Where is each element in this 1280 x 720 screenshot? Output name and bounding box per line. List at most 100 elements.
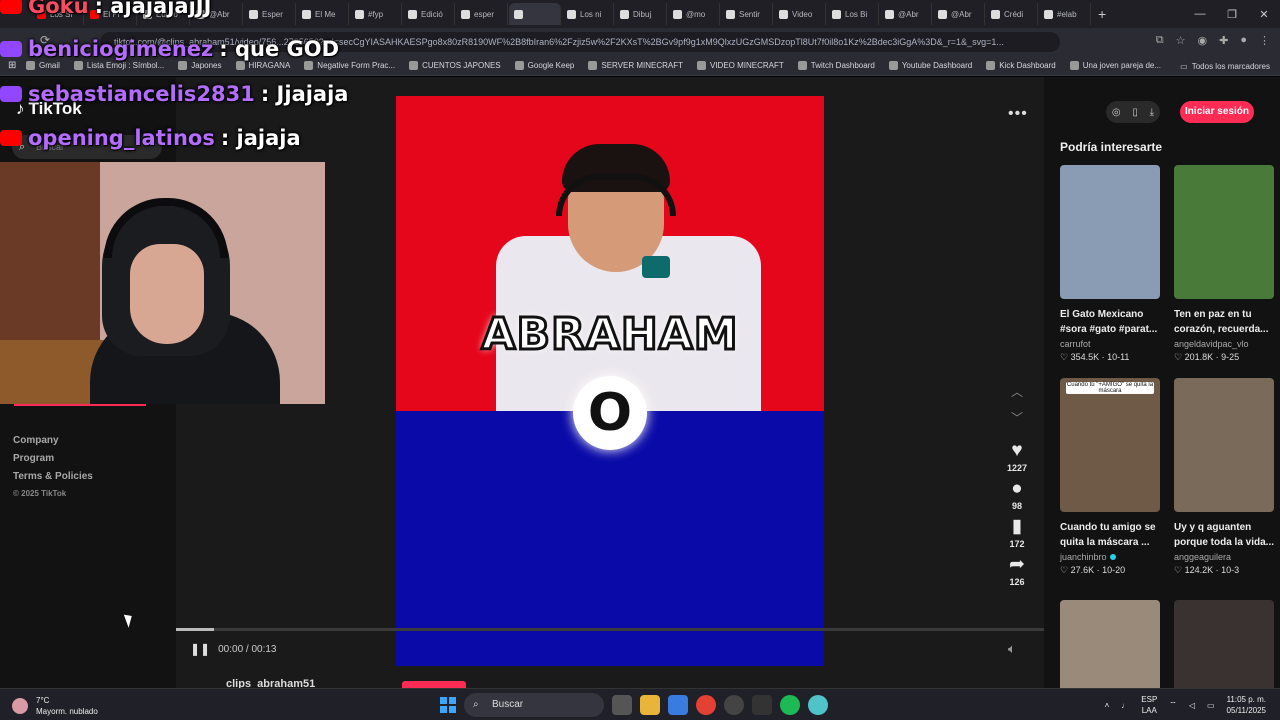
battery-icon[interactable]: ▭ <box>1207 701 1215 710</box>
browser-tab[interactable]: El Me <box>297 3 349 25</box>
taskbar-search[interactable]: ⌕ Buscar <box>464 693 604 717</box>
browser-tab[interactable]: Crédi <box>986 3 1038 25</box>
chrome-icon[interactable] <box>696 695 716 715</box>
bookmark-item[interactable]: Japones <box>178 61 222 70</box>
card-title[interactable]: Cuando tu amigo se quita la máscara ... <box>1060 520 1160 550</box>
browser-tab[interactable]: Esper <box>244 3 296 25</box>
browser-tab[interactable]: #fyp <box>350 3 402 25</box>
maximize-icon[interactable]: ❐ <box>1216 8 1248 21</box>
browser-tab[interactable] <box>509 3 561 25</box>
bookmark-item[interactable]: CUENTOS JAPONES <box>409 61 501 70</box>
chevron-up-icon[interactable]: ︿ <box>996 383 1038 409</box>
heart-icon: ♥ <box>1011 440 1023 461</box>
phone-icon[interactable]: ▯ <box>1132 107 1138 118</box>
tab-favicon-icon <box>355 9 364 19</box>
card-user[interactable]: angeldavidpac_vlo <box>1174 339 1274 349</box>
pause-icon[interactable]: ❚❚ <box>190 642 210 656</box>
bookmark-item[interactable]: Kick Dashboard <box>986 61 1056 70</box>
browser-tab[interactable]: Edició <box>403 3 455 25</box>
mic-icon[interactable]: ♩ <box>1121 701 1129 710</box>
recommend-card[interactable]: Ten en paz en tu corazón, recuerda... ang… <box>1174 165 1274 363</box>
save-action[interactable]: ▮ 172 <box>996 517 1038 550</box>
bookmark-label: Gmail <box>39 61 60 70</box>
minimize-icon[interactable]: — <box>1184 8 1216 20</box>
volume-icon[interactable]: ◁ <box>1189 701 1195 710</box>
bookmark-star-icon[interactable]: ☆ <box>1176 34 1186 47</box>
weather-widget[interactable]: 7°C Mayorm. nublado <box>12 695 98 717</box>
card-user[interactable]: anggeaguilera <box>1174 552 1274 562</box>
bookmark-item[interactable]: VIDEO MINECRAFT <box>697 61 784 70</box>
puzzle-icon[interactable]: ✚ <box>1219 34 1228 47</box>
footer-link-company[interactable]: Company <box>13 435 93 446</box>
install-icon[interactable]: ⧉ <box>1156 34 1164 47</box>
bookmark-item[interactable]: Negative Form Prac... <box>304 61 395 70</box>
bookmark-item[interactable]: Youtube Dashboard <box>888 61 972 70</box>
store-icon[interactable] <box>668 695 688 715</box>
more-options-icon[interactable]: ••• <box>1008 105 1028 123</box>
bookmark-item[interactable]: Gmail <box>26 61 60 70</box>
mute-icon[interactable]: 🔈︎ <box>1008 641 1016 657</box>
spotify-icon[interactable] <box>780 695 800 715</box>
card-title[interactable]: Uy y q aguanten porque toda la vida... <box>1174 520 1274 550</box>
bookmark-item[interactable]: Una joven pareja de... <box>1069 61 1161 70</box>
video-progress-bar[interactable] <box>176 628 1044 631</box>
all-bookmarks[interactable]: ▭ Todos los marcadores <box>1180 56 1270 75</box>
browser-tab[interactable]: Los Bi <box>827 3 879 25</box>
browser-tab[interactable]: esper <box>456 3 508 25</box>
recommend-card[interactable]: Cuando tú "+AMIGO" se quita la máscara Cu… <box>1060 378 1160 576</box>
bookmark-item[interactable]: Google Keep <box>514 61 574 70</box>
footer-link-program[interactable]: Program <box>13 453 93 464</box>
browser-tab[interactable]: #elab <box>1039 3 1091 25</box>
app-icon[interactable] <box>724 695 744 715</box>
close-window-icon[interactable]: ✕ <box>1248 8 1280 21</box>
card-thumbnail[interactable] <box>1060 165 1160 299</box>
obs-icon[interactable] <box>752 695 772 715</box>
browser-tab[interactable]: @mo <box>668 3 720 25</box>
new-tab-button[interactable]: + <box>1098 6 1106 22</box>
card-title[interactable]: El Gato Mexicano #sora #gato #parat... <box>1060 307 1160 337</box>
menu-dots-icon[interactable]: ⋮ <box>1259 34 1270 47</box>
bookmark-item[interactable]: SERVER MINECRAFT <box>588 61 683 70</box>
card-thumbnail[interactable]: Cuando tú "+AMIGO" se quita la máscara <box>1060 378 1160 512</box>
language-indicator[interactable]: ESP LAA <box>1141 694 1157 716</box>
chevron-down-icon[interactable]: ﹀ <box>996 409 1038 435</box>
footer-link-terms[interactable]: Terms & Policies <box>13 471 93 482</box>
comment-action[interactable]: ● 98 <box>996 479 1038 512</box>
app-icon-2[interactable] <box>808 695 828 715</box>
like-action[interactable]: ♥ 1227 <box>996 440 1038 474</box>
bookmark-favicon-icon <box>235 61 245 70</box>
browser-tab[interactable]: Video <box>774 3 826 25</box>
browser-tab[interactable]: Los ni <box>562 3 614 25</box>
browser-tab[interactable]: @Abr <box>880 3 932 25</box>
windows-start-icon[interactable] <box>440 697 456 713</box>
card-user[interactable]: carrufot <box>1060 339 1160 349</box>
task-view-icon[interactable] <box>612 695 632 715</box>
recommend-card[interactable]: El Gato Mexicano #sora #gato #parat... ca… <box>1060 165 1160 363</box>
bookmark-item[interactable]: HIRAGANA <box>235 61 290 70</box>
recommend-card[interactable]: Uy y q aguanten porque toda la vida... an… <box>1174 378 1274 576</box>
bookmark-item[interactable]: Lista Emoji : Símbol... <box>73 61 164 70</box>
card-thumbnail[interactable] <box>1174 165 1274 299</box>
browser-tab[interactable]: Dibuj <box>615 3 667 25</box>
apps-grid-icon[interactable]: ⊞ <box>8 60 16 71</box>
card-user[interactable]: juanchinbro <box>1060 552 1160 562</box>
login-button[interactable]: Iniciar sesión <box>1180 101 1254 123</box>
bookmark-item[interactable]: Twitch Dashboard <box>797 61 875 70</box>
browser-tab[interactable]: @Abr <box>933 3 985 25</box>
chevron-up-tray-icon[interactable]: ˄ <box>1105 701 1110 710</box>
card-title[interactable]: Ten en paz en tu corazón, recuerda... <box>1174 307 1274 337</box>
browser-tab[interactable]: Sentir <box>721 3 773 25</box>
file-explorer-icon[interactable] <box>640 695 660 715</box>
coin-icon[interactable]: ◎ <box>1112 107 1121 118</box>
video-player[interactable]: ABRAHAM O <box>396 96 824 666</box>
streamer-webcam <box>0 162 325 404</box>
download-icon[interactable]: ⤓ <box>1150 107 1154 118</box>
wifi-icon[interactable]: ⌔ <box>1169 700 1177 710</box>
card-thumbnail[interactable] <box>1174 378 1274 512</box>
chat-text: : Jjajaja <box>260 82 349 106</box>
tab-favicon-icon <box>673 9 682 19</box>
profile-avatar-icon[interactable]: ● <box>1240 34 1247 47</box>
clock[interactable]: 11:05 p. m. 05/11/2025 <box>1227 694 1266 716</box>
share-action[interactable]: ➦ 126 <box>996 555 1038 588</box>
extension-icon[interactable]: ◉ <box>1198 34 1208 47</box>
